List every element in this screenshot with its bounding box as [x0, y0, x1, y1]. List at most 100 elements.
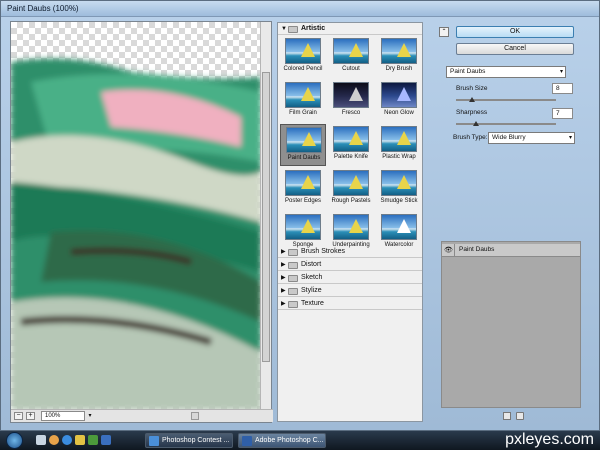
- filter-select-value: Paint Daubs: [450, 68, 486, 75]
- eye-icon[interactable]: 👁: [444, 246, 453, 255]
- preview-artwork: [11, 58, 261, 410]
- folder-icon[interactable]: [75, 435, 85, 445]
- filter-thumb-selected[interactable]: Paint Daubs: [280, 124, 326, 166]
- taskbar-item-browser[interactable]: Photoshop Contest ...: [145, 433, 233, 448]
- trash-icon[interactable]: [516, 412, 524, 420]
- zoom-in-button[interactable]: +: [26, 412, 35, 420]
- filter-label: Cutout: [342, 66, 360, 72]
- folder-icon: [288, 288, 298, 295]
- title-bar[interactable]: Paint Daubs (100%): [1, 1, 599, 17]
- filter-label: Film Grain: [289, 110, 317, 116]
- triangle-down-icon: ▼: [281, 26, 287, 32]
- filter-label: Smudge Stick: [380, 198, 418, 204]
- zoom-level-field[interactable]: 100%: [41, 411, 85, 421]
- task-label: Photoshop Contest ...: [162, 437, 230, 444]
- photoshop-icon[interactable]: [101, 435, 111, 445]
- filter-preview-image: [285, 214, 321, 240]
- category-brush-strokes[interactable]: ▶ Brush Strokes: [278, 246, 422, 258]
- show-desktop-icon[interactable]: [36, 435, 46, 445]
- photoshop-icon: [242, 436, 252, 446]
- filter-thumb[interactable]: Plastic Wrap: [376, 124, 422, 166]
- filter-label: Neon Glow: [384, 110, 414, 116]
- sharpness-slider-track[interactable]: [456, 123, 556, 125]
- filter-gallery: ▼ Artistic Colored Pencil Cutout Dry Bru…: [277, 22, 423, 422]
- category-label: Distort: [301, 261, 322, 268]
- triangle-right-icon: ▶: [281, 301, 286, 307]
- filter-preview-image: [285, 38, 321, 64]
- filter-preview-image: [285, 82, 321, 108]
- effect-layer-row[interactable]: 👁 Paint Daubs: [442, 244, 580, 257]
- filter-preview-image: [333, 214, 369, 240]
- filter-thumb[interactable]: Colored Pencil: [280, 36, 326, 78]
- internet-explorer-icon: [149, 436, 159, 446]
- taskbar: Photoshop Contest ... Adobe Photoshop C.…: [0, 431, 600, 450]
- category-distort[interactable]: ▶ Distort: [278, 259, 422, 271]
- filter-thumb[interactable]: Poster Edges: [280, 168, 326, 210]
- vertical-scroll-thumb[interactable]: [262, 72, 270, 362]
- brush-type-value: Wide Blurry: [492, 134, 526, 141]
- start-button[interactable]: [6, 432, 23, 449]
- preview-status-bar: − + 100% ▾: [11, 409, 273, 422]
- preview-vertical-scrollbar[interactable]: [260, 22, 271, 410]
- chevron-down-icon: ▾: [559, 69, 563, 75]
- filter-preview-image: [333, 82, 369, 108]
- triangle-right-icon: ▶: [281, 275, 286, 281]
- filter-preview-image: [285, 170, 321, 196]
- filter-thumb[interactable]: Palette Knife: [328, 124, 374, 166]
- ok-button[interactable]: OK: [456, 26, 574, 38]
- brush-size-field[interactable]: 8: [552, 83, 573, 94]
- chevron-down-icon[interactable]: ▾: [86, 411, 94, 421]
- filter-label: Fresco: [341, 110, 361, 116]
- triangle-right-icon: ▶: [281, 262, 286, 268]
- category-label: Artistic: [301, 25, 326, 32]
- filter-thumb[interactable]: Film Grain: [280, 80, 326, 122]
- dreamweaver-icon[interactable]: [88, 435, 98, 445]
- sharpness-slider-knob[interactable]: [473, 121, 479, 126]
- filter-thumb[interactable]: Neon Glow: [376, 80, 422, 122]
- filter-preview-image: [333, 38, 369, 64]
- filter-preview-image: [286, 127, 322, 153]
- horizontal-scroll-thumb[interactable]: [191, 412, 199, 420]
- triangle-right-icon: ▶: [281, 288, 286, 294]
- sharpness-label: Sharpness: [456, 109, 488, 116]
- task-label: Adobe Photoshop C...: [255, 437, 324, 444]
- filter-preview-image: [333, 126, 369, 152]
- watermark: pxleyes.com: [505, 431, 594, 448]
- preview-image[interactable]: [11, 22, 261, 410]
- filter-thumb[interactable]: Dry Brush: [376, 36, 422, 78]
- zoom-out-button[interactable]: −: [14, 412, 23, 420]
- internet-explorer-icon[interactable]: [62, 435, 72, 445]
- filter-select[interactable]: Paint Daubs ▾: [446, 66, 566, 78]
- folder-icon: [288, 301, 298, 308]
- filter-thumb[interactable]: Rough Pastels: [328, 168, 374, 210]
- category-artistic[interactable]: ▼ Artistic: [278, 23, 422, 35]
- category-texture[interactable]: ▶ Texture: [278, 298, 422, 310]
- category-stylize[interactable]: ▶ Stylize: [278, 285, 422, 297]
- cancel-button[interactable]: Cancel: [456, 43, 574, 55]
- brush-type-select[interactable]: Wide Blurry ▾: [488, 132, 575, 144]
- brush-size-slider-knob[interactable]: [469, 97, 475, 102]
- category-sketch[interactable]: ▶ Sketch: [278, 272, 422, 284]
- filter-thumb[interactable]: Smudge Stick: [376, 168, 422, 210]
- folder-icon: [288, 249, 298, 256]
- filter-thumb[interactable]: Fresco: [328, 80, 374, 122]
- window-title: Paint Daubs (100%): [7, 4, 79, 13]
- collapse-gallery-button[interactable]: ⌃: [439, 27, 449, 37]
- folder-icon: [288, 26, 298, 33]
- triangle-right-icon: ▶: [281, 249, 286, 255]
- category-label: Stylize: [301, 287, 322, 294]
- filter-settings: ⌃ OK Cancel Paint Daubs ▾ Brush Size 8 S…: [431, 22, 581, 234]
- filter-label: Rough Pastels: [331, 198, 371, 204]
- filter-preview-image: [381, 214, 417, 240]
- filter-preview-image: [381, 170, 417, 196]
- filter-label: Colored Pencil: [283, 66, 323, 72]
- sharpness-field[interactable]: 7: [552, 108, 573, 119]
- filter-thumb[interactable]: Cutout: [328, 36, 374, 78]
- firefox-icon[interactable]: [49, 435, 59, 445]
- taskbar-item-photoshop[interactable]: Adobe Photoshop C...: [238, 433, 326, 448]
- new-layer-icon[interactable]: [503, 412, 511, 420]
- filter-preview-image: [333, 170, 369, 196]
- category-label: Texture: [301, 300, 324, 307]
- category-label: Brush Strokes: [301, 248, 345, 255]
- effect-layer-name: Paint Daubs: [459, 246, 495, 253]
